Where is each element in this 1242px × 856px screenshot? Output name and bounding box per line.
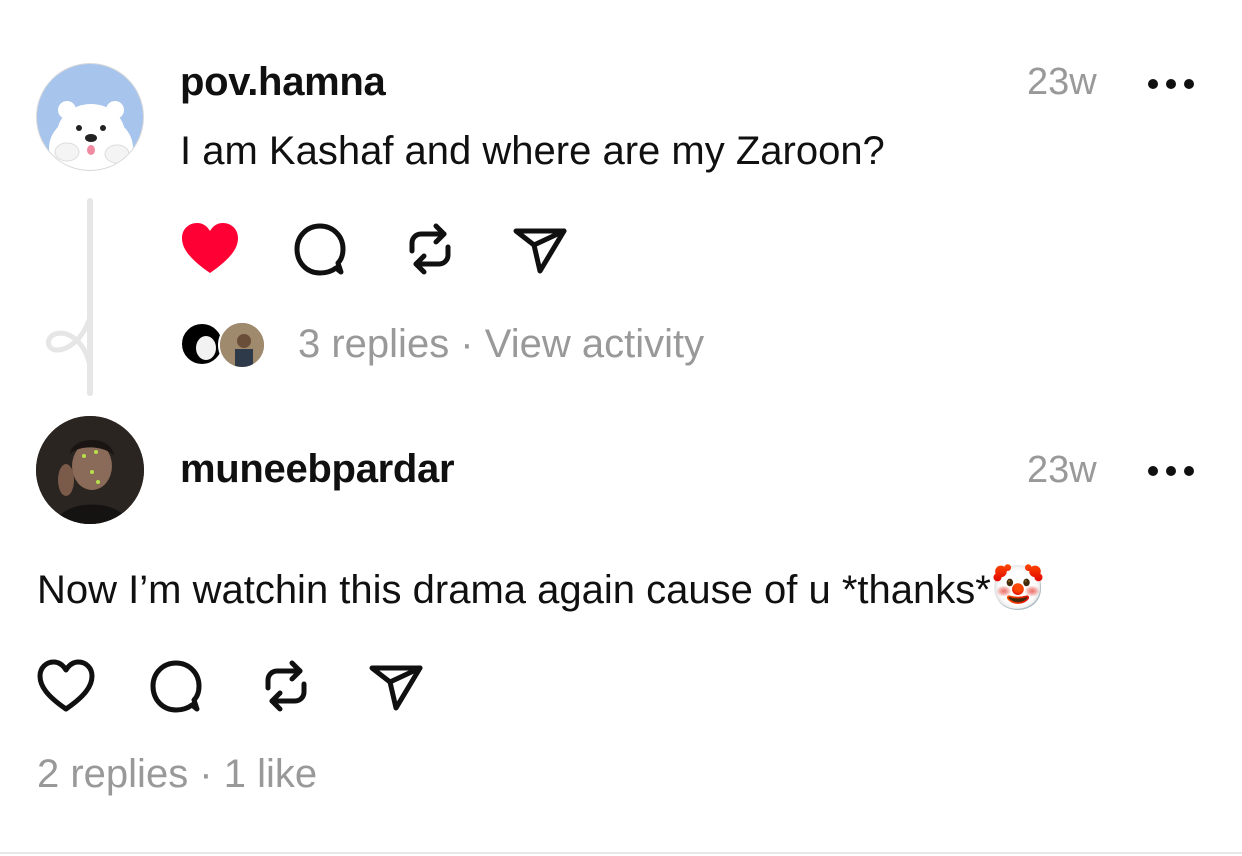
avatar-pov-hamna[interactable] [36, 63, 144, 171]
more-icon[interactable] [1147, 75, 1195, 91]
reply-username[interactable]: muneebpardar [180, 447, 455, 492]
more-icon[interactable] [1147, 462, 1195, 478]
thread-connector [87, 198, 93, 396]
send-icon [369, 665, 423, 711]
heart-icon [182, 223, 238, 273]
thread-loop-icon [46, 317, 92, 365]
repost-button[interactable] [256, 655, 316, 717]
heart-icon [37, 659, 95, 712]
post-timestamp: 23w [1027, 61, 1097, 103]
repost-button[interactable] [400, 218, 460, 280]
like-button[interactable] [180, 218, 240, 280]
polar-bear-icon [49, 101, 133, 170]
reply-meta[interactable]: 2 replies · 1 like [37, 752, 317, 797]
comment-button[interactable] [146, 655, 206, 717]
repost-icon [265, 660, 307, 712]
post-username[interactable]: pov.hamna [180, 60, 386, 105]
profile-photo-icon [36, 416, 144, 524]
divider [0, 852, 1242, 854]
replier-avatar [218, 321, 266, 369]
comment-button[interactable] [290, 218, 350, 280]
post-text: I am Kashaf and where are my Zaroon? [180, 129, 885, 173]
replier-avatar-icon [220, 323, 264, 367]
reply-actions [36, 655, 426, 717]
post-actions [180, 218, 570, 280]
like-button[interactable] [36, 655, 96, 717]
post-meta[interactable]: 3 replies · View activity [298, 322, 704, 367]
thread-view: pov.hamna 23w I am Kashaf and where are … [0, 0, 1242, 856]
repost-icon [409, 223, 451, 275]
clown-emoji: 🤡 [990, 564, 1046, 613]
reply-text: Now I’m watchin this drama again cause o… [37, 562, 1046, 614]
comment-icon [150, 660, 202, 713]
reply-text-content: Now I’m watchin this drama again cause o… [37, 568, 991, 612]
send-icon [513, 228, 567, 274]
share-button[interactable] [510, 218, 570, 280]
avatar-muneebpardar[interactable] [36, 416, 144, 524]
share-button[interactable] [366, 655, 426, 717]
reply-timestamp: 23w [1027, 449, 1097, 491]
comment-icon [294, 223, 346, 276]
